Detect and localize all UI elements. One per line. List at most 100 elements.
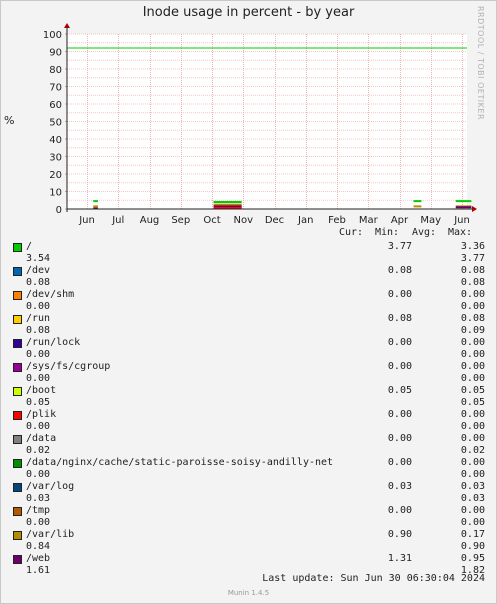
legend-avg: 0.00 [460,433,485,444]
legend-label: /web [26,553,51,564]
legend-header-min: Min: [375,227,400,238]
legend-swatch [13,363,22,372]
legend-max: 0.03 [460,493,485,504]
x-tick-label: Jun [453,215,470,226]
legend-max: 0.00 [460,373,485,384]
legend-avg: 0.17 [460,529,485,540]
legend-min: 0.00 [387,433,412,444]
legend-swatch [13,435,22,444]
legend-max: 0.08 [460,277,485,288]
legend-min: 0.08 [387,313,412,324]
legend-min: 3.77 [387,241,412,252]
legend-swatch [13,555,22,564]
legend-row: /data 0.00 0.00 0.02 0.02 [0,433,497,458]
legend-label: /boot [26,385,57,396]
x-axis-arrow [472,206,477,212]
legend-row: /var/log 0.03 0.03 0.03 0.03 [0,481,497,506]
legend-min: 0.00 [387,289,412,300]
legend-label: /run/lock [26,337,81,348]
legend-row: /3.77 3.36 3.54 3.77 [0,241,497,266]
y-tick-label: 0 [56,205,62,216]
legend-swatch [13,243,22,252]
legend-min: 0.00 [387,457,412,468]
legend-swatch [13,411,22,420]
legend-row: /var/lib 0.90 0.17 0.84 0.90 [0,529,497,554]
legend-max: 0.09 [460,325,485,336]
x-tick-label: Jul [111,215,124,226]
legend-row: /boot 0.05 0.05 0.05 0.05 [0,385,497,410]
legend-avg: 3.36 [460,241,485,252]
legend-label: /tmp [26,505,51,516]
legend-row: /tmp 0.00 0.00 0.00 0.00 [0,505,497,530]
legend-max: 0.05 [460,397,485,408]
legend-cur: 0.08 [26,277,51,288]
legend-max: 3.77 [460,253,485,264]
x-tick-label: Mar [359,215,379,226]
legend-row: /data/nginx/cache/static-paroisse-soisy-… [0,457,497,482]
legend-min: 0.00 [387,409,412,420]
legend-label: /dev [26,265,51,276]
legend-cur: 0.84 [26,541,51,552]
x-tick-label: Dec [265,215,284,226]
legend-header-max: Max: [448,227,473,238]
y-tick-label: 60 [49,100,62,111]
legend-min: 0.05 [387,385,412,396]
legend-max: 0.00 [460,517,485,528]
legend-max: 0.00 [460,301,485,312]
legend-max: 0.02 [460,445,485,456]
legend-min: 1.31 [387,553,412,564]
x-tick-label: Aug [140,215,160,226]
legend-cur: 0.00 [26,517,51,528]
x-tick-label: Jan [297,215,313,226]
legend-swatch [13,291,22,300]
chart-plot: 0 10 20 30 40 50 60 70 80 90 100 Jun Jul Aug Sep Oct Nov… [43,23,477,226]
y-tick-label: 100 [43,30,62,41]
legend-cur: 0.00 [26,349,51,360]
legend-avg: 0.00 [460,337,485,348]
legend-avg: 0.08 [460,313,485,324]
legend-label: /run [26,313,51,324]
legend-min: 0.00 [387,505,412,516]
x-tick-label: Apr [391,215,409,226]
last-update: Last update: Sun Jun 30 06:30:04 2024 [262,573,485,584]
legend-min: 0.90 [387,529,412,540]
legend-avg: 0.95 [460,553,485,564]
legend-header-avg: Avg: [412,227,437,238]
y-tick-label: 40 [49,135,62,146]
legend-avg: 0.00 [460,361,485,372]
legend-label: /plik [26,409,57,420]
legend-max: 0.00 [460,469,485,480]
legend-label: /sys/fs/cgroup [26,361,111,372]
x-tick-label: Nov [233,215,253,226]
legend-swatch [13,315,22,324]
legend-swatch [13,267,22,276]
legend-max: 0.00 [460,349,485,360]
legend-cur: 0.00 [26,421,51,432]
legend-avg: 0.05 [460,385,485,396]
legend-header-cur: Cur: [339,227,364,238]
legend-swatch [13,459,22,468]
legend-label: /var/log [26,481,75,492]
legend-row: /run/lock 0.00 0.00 0.00 0.00 [0,337,497,362]
legend-label: / [26,241,33,252]
y-axis-arrow [64,23,70,28]
legend-row: /plik 0.00 0.00 0.00 0.00 [0,409,497,434]
legend-max: 0.90 [460,541,485,552]
legend-cur: 0.03 [26,493,51,504]
x-tick-label: Feb [328,215,346,226]
legend-swatch [13,387,22,396]
y-tick-label: 50 [49,118,62,129]
legend-label: /data [26,433,57,444]
y-tick-label: 20 [49,170,62,181]
y-tick-label: 80 [49,65,62,76]
legend-avg: 0.00 [460,505,485,516]
legend-cur: 0.08 [26,325,51,336]
legend-cur: 1.61 [26,565,51,576]
munin-version: Munin 1.4.5 [227,589,270,597]
legend-min: 0.03 [387,481,412,492]
y-tick-label: 70 [49,83,62,94]
legend-swatch [13,339,22,348]
x-tick-label: May [420,215,441,226]
y-tick-label: 10 [49,188,62,199]
legend-min: 0.00 [387,361,412,372]
